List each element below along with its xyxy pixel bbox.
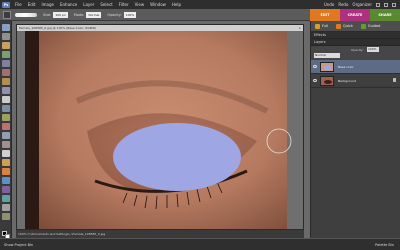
- menu-window[interactable]: Window: [150, 2, 166, 7]
- menu-layer[interactable]: Layer: [83, 2, 94, 7]
- visibility-eye-icon[interactable]: [313, 65, 317, 68]
- opacity-label: Opacity:: [107, 12, 122, 17]
- palette-bin-button[interactable]: Palette Bin: [375, 243, 394, 247]
- crop-tool-icon[interactable]: [2, 105, 10, 112]
- menu-view[interactable]: View: [135, 2, 145, 7]
- red-eye-tool-icon[interactable]: [2, 123, 10, 130]
- palette-panel: Full Quick Guided Effects Layers Normal …: [310, 21, 400, 238]
- magic-wand-tool-icon[interactable]: [2, 78, 10, 85]
- document-window: Female_108585_0.jpg @ 100% (Base Color, …: [16, 24, 304, 230]
- clone-stamp-tool-icon[interactable]: [2, 141, 10, 148]
- tab-full-edit[interactable]: Full: [315, 23, 328, 29]
- layer-row-base-color[interactable]: Base color: [311, 60, 400, 74]
- toolbox: [0, 21, 12, 239]
- brush-preset-picker[interactable]: [15, 12, 37, 17]
- menu-help[interactable]: Help: [172, 2, 181, 7]
- quick-fix-icon: [336, 23, 341, 29]
- app-logo: Ps: [2, 1, 10, 8]
- hand-tool-icon[interactable]: [2, 42, 10, 49]
- healing-brush-tool-icon[interactable]: [2, 132, 10, 139]
- effects-header[interactable]: Effects: [311, 32, 400, 39]
- size-label: Size:: [43, 12, 52, 17]
- tab-quick-fix[interactable]: Quick: [336, 23, 353, 29]
- visibility-eye-icon[interactable]: [313, 79, 317, 82]
- menu-right-group: Undo Redo Organizer: [320, 0, 396, 9]
- redo-button[interactable]: Redo: [338, 2, 348, 7]
- tab-edit[interactable]: EDIT: [310, 9, 340, 21]
- tab-quick-label: Quick: [343, 24, 353, 28]
- show-project-bin-button[interactable]: Show Project Bin: [4, 243, 33, 247]
- mode-select[interactable]: Normal: [86, 11, 102, 18]
- layer-opacity-field[interactable]: 100%: [367, 47, 379, 52]
- layers-header[interactable]: Layers: [311, 39, 400, 46]
- lasso-tool-icon[interactable]: [2, 69, 10, 76]
- brush-tool-icon[interactable]: [3, 10, 11, 19]
- menu-edit[interactable]: Edit: [28, 2, 36, 7]
- menu-bar: Ps File Edit Image Enhance Layer Select …: [0, 0, 400, 9]
- layer-thumbnail: [320, 62, 334, 72]
- layer-row-background[interactable]: Background: [311, 74, 400, 88]
- eyedropper-tool-icon[interactable]: [2, 51, 10, 58]
- tab-share[interactable]: SHARE: [370, 9, 400, 21]
- document-title: Female_108585_0.jpg @ 100% (Base Color, …: [19, 26, 96, 30]
- tab-create[interactable]: CREATE: [340, 9, 370, 21]
- menu-file[interactable]: File: [15, 2, 22, 7]
- layer-name: Base color: [338, 65, 354, 69]
- menu-select[interactable]: Select: [100, 2, 112, 7]
- eraser-tool-icon[interactable]: [2, 150, 10, 157]
- zoom-tool-icon[interactable]: [2, 33, 10, 40]
- shape-tool-icon[interactable]: [2, 195, 10, 202]
- edit-mode-subtabs: Full Quick Guided: [311, 21, 400, 32]
- dark-edge: [25, 31, 39, 229]
- pencil-tool-icon[interactable]: [2, 159, 10, 166]
- layer-name: Background: [338, 79, 356, 83]
- full-edit-icon: [315, 23, 320, 29]
- close-icon[interactable]: [392, 2, 396, 7]
- blend-mode-select[interactable]: Normal: [314, 53, 340, 58]
- project-bin-bar: Show Project Bin Palette Bin: [0, 238, 400, 250]
- tab-guided-label: Guided: [367, 24, 381, 28]
- menu-filter[interactable]: Filter: [119, 2, 129, 7]
- move-tool-icon[interactable]: [2, 24, 10, 31]
- document-status-bar: 100% C:\Documents and Settings\..\Female…: [16, 230, 304, 238]
- tool-options-bar: Size: 100 px Mode: Normal Opacity: 100%: [0, 9, 310, 21]
- size-field[interactable]: 100 px: [53, 11, 68, 18]
- paint-bucket-tool-icon[interactable]: [2, 177, 10, 184]
- menu-enhance[interactable]: Enhance: [60, 2, 77, 7]
- tab-guided[interactable]: Guided: [360, 23, 381, 29]
- mode-label: Mode:: [73, 12, 85, 17]
- cookie-cutter-tool-icon[interactable]: [2, 114, 10, 121]
- document-area: Female_108585_0.jpg @ 100% (Base Color, …: [12, 21, 310, 238]
- lock-icon: [393, 78, 396, 82]
- undo-button[interactable]: Undo: [324, 2, 334, 7]
- photo: [17, 31, 303, 229]
- base-color-overlay: [113, 123, 241, 191]
- gradient-tool-icon[interactable]: [2, 186, 10, 193]
- blur-tool-icon[interactable]: [2, 204, 10, 211]
- layer-controls: Normal Opacity: 100%: [311, 46, 400, 60]
- maximize-icon[interactable]: [384, 2, 388, 7]
- type-tool-icon[interactable]: [2, 96, 10, 103]
- image-canvas[interactable]: [17, 31, 303, 229]
- sponge-tool-icon[interactable]: [2, 213, 10, 220]
- menu-image[interactable]: Image: [41, 2, 54, 7]
- layer-opacity-label: Opacity:: [351, 48, 364, 52]
- organizer-button[interactable]: Organizer: [352, 2, 372, 7]
- mode-tabs: EDIT CREATE SHARE: [310, 9, 400, 21]
- layer-thumbnail: [320, 76, 334, 86]
- selection-brush-tool-icon[interactable]: [2, 87, 10, 94]
- guided-icon: [360, 23, 366, 29]
- tab-full-label: Full: [322, 24, 328, 28]
- marquee-tool-icon[interactable]: [2, 60, 10, 67]
- opacity-field[interactable]: 100%: [123, 11, 137, 18]
- minimize-icon[interactable]: [376, 2, 380, 7]
- app-window: Ps File Edit Image Enhance Layer Select …: [0, 0, 400, 250]
- brush-tool-icon[interactable]: [2, 168, 10, 175]
